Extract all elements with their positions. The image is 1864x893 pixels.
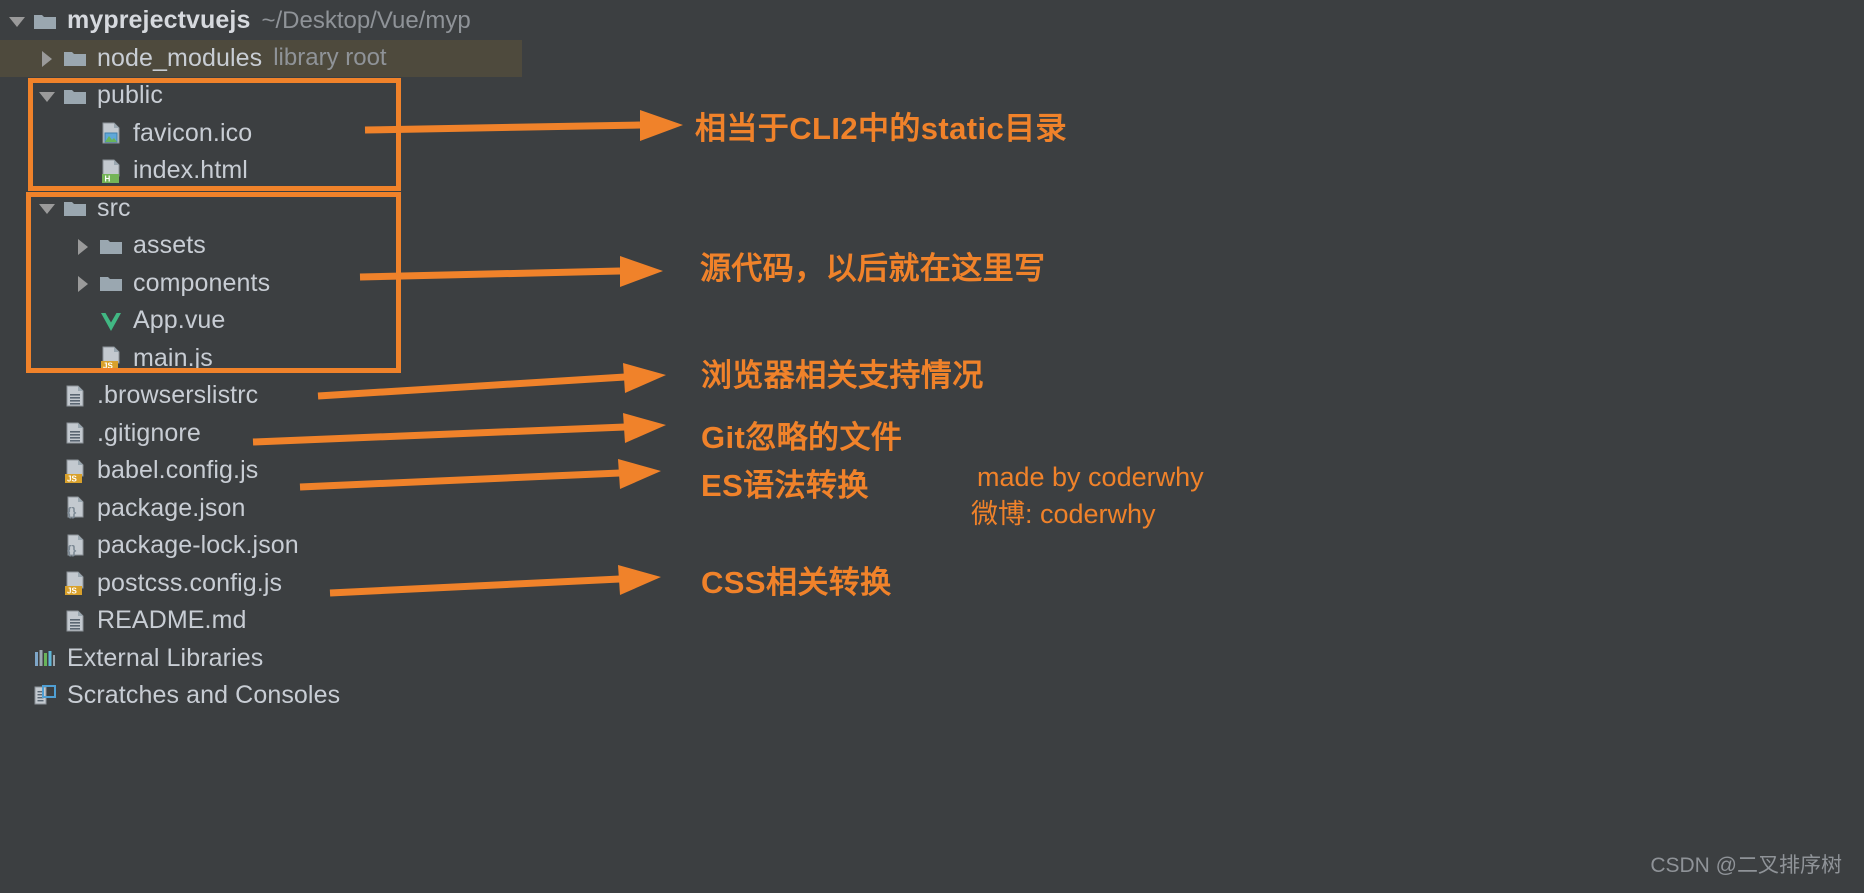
credit-line: made by coderwhy <box>977 462 1204 492</box>
annotation-note: Git忽略的文件 <box>701 420 903 455</box>
screenshot-root: myprejectvuejs ~/Desktop/Vue/myp node_modu… <box>0 0 1864 893</box>
csdn-watermark: CSDN @二叉排序树 <box>1650 854 1842 877</box>
annotation-note: 浏览器相关支持情况 <box>701 358 984 393</box>
annotation-note: CSS相关转换 <box>701 565 892 600</box>
annotation-note: 源代码，以后就在这里写 <box>700 251 1046 286</box>
credit-line: 微博: coderwhy <box>971 499 1156 529</box>
annotation-note: ES语法转换 <box>701 468 869 503</box>
annotation-note: 相当于CLI2中的static目录 <box>695 111 1067 146</box>
